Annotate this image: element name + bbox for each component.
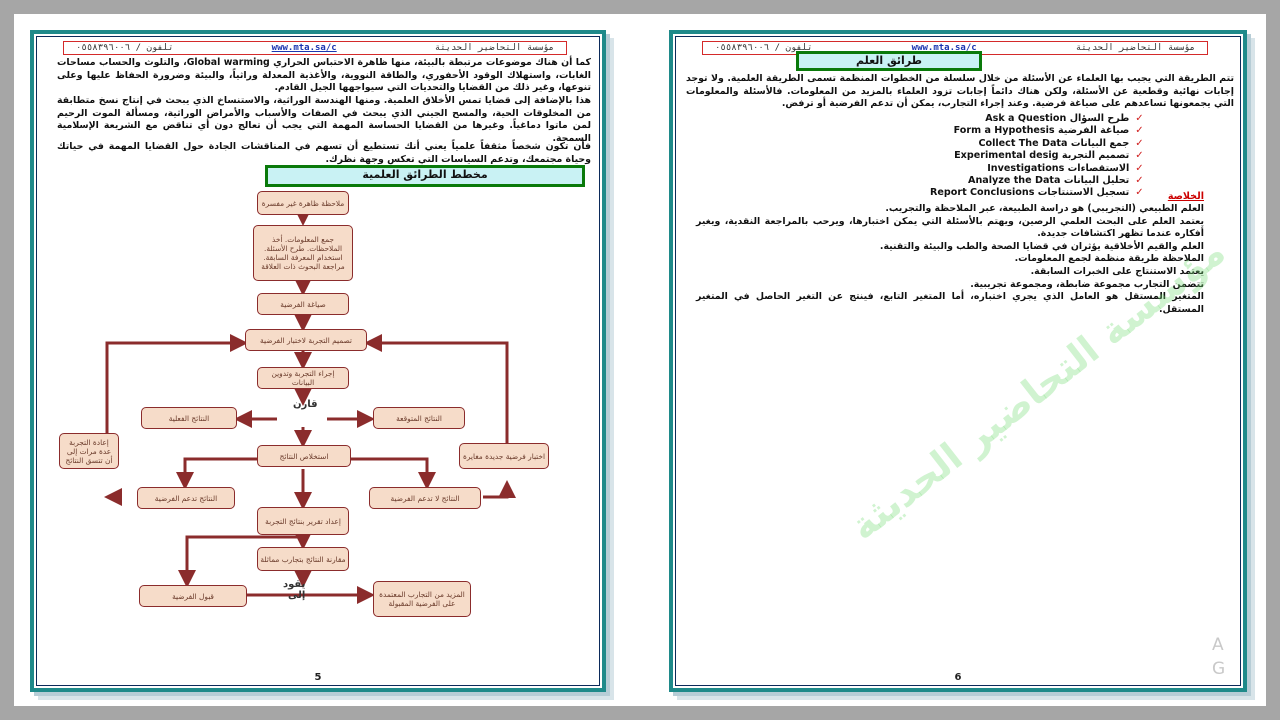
flow-hypothesis: صياغة الفرضية <box>257 293 349 315</box>
step-item: ✓ تصميم التجربة Experimental desig <box>954 150 1144 162</box>
flow-run-experiment: إجراء التجربة وتدوين البيانات <box>257 367 349 389</box>
check-icon: ✓ <box>1135 113 1144 124</box>
section-title: طرائق العلم <box>796 51 982 71</box>
flow-repeat-experiment: إعادة التجربة عدة مرات إلى أن تتسق النتا… <box>59 433 119 469</box>
summary-item: العلم والقيم الأخلاقية يؤثران في قضايا ا… <box>879 240 1204 252</box>
step-item: ✓ طرح السؤال Ask a Question <box>985 113 1144 124</box>
check-icon: ✓ <box>1135 137 1144 149</box>
summary-item: يعتمد العلم على البحث العلمي الرصين، ويه… <box>696 215 1204 240</box>
flow-collect-info: جمع المعلومات. أخذ الملاحظات. طرح الأسئل… <box>253 225 353 281</box>
method-steps-list: ✓ طرح السؤال Ask a Question ✓ صياغة الفرضي… <box>930 113 1144 200</box>
flow-observation: ملاحظة ظاهرة غير مفسرة <box>257 191 349 215</box>
flow-design-experiment: تصميم التجربة لاختبار الفرضية <box>245 329 367 351</box>
document-viewer: مؤسسة التحاضير الحديثة www.mta.sa/c تلفو… <box>14 14 1266 706</box>
flow-actual-results: النتائج الفعلية <box>141 407 237 429</box>
page-6: مؤسسة التحاضير الحديثة www.mta.sa/c تلفو… <box>669 30 1247 692</box>
check-icon: ✓ <box>1135 125 1144 137</box>
page-number-left: 5 <box>314 672 322 683</box>
summary-item: يعتمد الاستنتاج على الخبرات السابقة. <box>1030 265 1204 277</box>
step-item: ✓ صياغة الفرضية Form a Hypothesis <box>953 125 1144 137</box>
summary-item: العلم الطبيعي (التجريبي) هو دراسة الطبيع… <box>885 203 1204 214</box>
flow-expected-results: النتائج المتوقعة <box>373 407 465 429</box>
check-icon: ✓ <box>1135 150 1144 162</box>
summary-item: الملاحظة طريقة منظمة لجمع المعلومات. <box>1014 253 1204 265</box>
page-5: مؤسسة التحاضير الحديثة www.mta.sa/c تلفو… <box>30 30 606 692</box>
step-item: ✓ الاستقصاءات Investigations <box>987 162 1144 174</box>
flow-new-hypothesis: اختبار فرضية جديدة مغايرة <box>459 443 549 469</box>
flow-compare-similar: مقارنة النتائج بتجارب مماثلة <box>257 547 349 571</box>
step-item: ✓ تحليل البيانات Analyze the Data <box>968 175 1144 187</box>
check-icon: ✓ <box>1135 175 1144 187</box>
flow-leads-to-label: يقود إلى <box>283 579 306 601</box>
summary-heading: الخلاصة <box>1167 191 1204 202</box>
flow-more-experiments: المزيد من التجارب المعتمدة على الفرضية ا… <box>373 581 471 617</box>
flow-compare-label: قارن <box>293 399 318 410</box>
flowchart-arrows <box>104 208 516 604</box>
flow-draw-conclusions: استخلاص النتائج <box>257 445 351 467</box>
intro-paragraph: تتم الطريقة التي يجيب بها العلماء عن الأ… <box>686 73 1234 110</box>
flow-write-report: إعداد تقرير بنتائج التجربة <box>257 507 349 535</box>
org-name: مؤسسة التحاضير الحديثة <box>1075 43 1195 53</box>
flow-results-not-support: النتائج لا تدعم الفرضية <box>369 487 481 509</box>
step-item: ✓ جمع البيانات Collect The Data <box>978 137 1144 149</box>
flow-accept-hypothesis: قبول الفرضية <box>139 585 247 607</box>
corner-overlay-text: A G <box>1212 635 1226 679</box>
page-number-right: 6 <box>954 672 962 683</box>
check-icon: ✓ <box>1135 162 1144 174</box>
flow-results-support: النتائج تدعم الفرضية <box>137 487 235 509</box>
